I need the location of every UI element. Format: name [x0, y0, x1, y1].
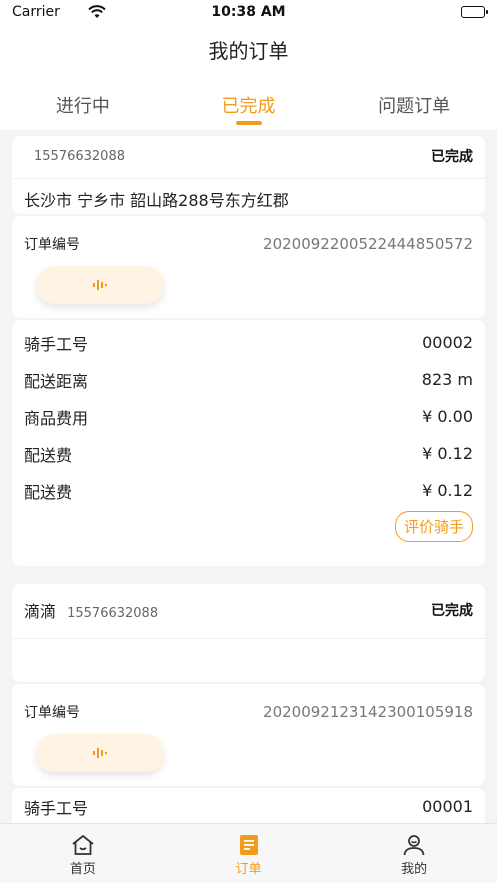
- clock: 10:38 AM: [211, 4, 286, 20]
- order-doc-icon: [239, 835, 258, 855]
- battery-icon: [461, 6, 488, 18]
- status-bar: Carrier 10:38 AM: [0, 0, 497, 26]
- detail-row: 配送费 ¥ 0.12: [24, 444, 473, 465]
- voice-wave-icon: [93, 748, 107, 758]
- order-no-value: 2020092200522444850572: [263, 235, 473, 253]
- order-tabs: 进行中 已完成 问题订单: [0, 76, 497, 130]
- order-header-card[interactable]: 15576632088 已完成 长沙市 宁乡市 韶山路288号东方红郡: [12, 136, 485, 214]
- tab-completed[interactable]: 已完成: [166, 76, 332, 130]
- active-tab-indicator: [235, 121, 262, 125]
- detail-row: 骑手工号 00001: [24, 797, 473, 818]
- customer-phone: 15576632088: [34, 148, 125, 164]
- delivery-address: [12, 639, 485, 647]
- customer-name: 滴滴: [24, 602, 57, 621]
- order-detail-card: 骑手工号 00001: [12, 788, 485, 823]
- order-number-card: 订单编号 2020092200522444850572: [12, 216, 485, 318]
- page-title: 我的订单: [0, 26, 497, 76]
- detail-row: 配送费 ¥ 0.12: [24, 481, 473, 502]
- order-detail-card: 骑手工号 00002 配送距离 823 m 商品费用 ¥ 0.00 配送费 ¥ 0.12…: [12, 320, 485, 566]
- customer-phone: 15576632088: [67, 606, 159, 621]
- voice-play-button[interactable]: [36, 734, 164, 772]
- tab-label: 问题订单: [378, 96, 451, 117]
- tab-label: 已完成: [221, 96, 276, 117]
- order-status: 已完成: [431, 603, 473, 619]
- order-no-value: 2020092123142300105918: [263, 703, 473, 721]
- voice-play-button[interactable]: [36, 266, 164, 304]
- order-number-card: 订单编号 2020092123142300105918: [12, 684, 485, 786]
- detail-row: 商品费用 ¥ 0.00: [24, 407, 473, 428]
- detail-row: 骑手工号 00002: [24, 333, 473, 354]
- order-no-label: 订单编号: [24, 705, 80, 721]
- rate-rider-button[interactable]: 评价骑手: [394, 511, 473, 542]
- tabbar-item-mine[interactable]: 我的: [331, 824, 497, 883]
- bottom-tab-bar: 首页 订单 我的: [0, 823, 497, 883]
- tabbar-item-home[interactable]: 首页: [0, 824, 166, 883]
- voice-wave-icon: [93, 280, 107, 290]
- tab-problem-orders[interactable]: 问题订单: [331, 76, 497, 130]
- tab-label: 进行中: [55, 96, 110, 117]
- order-no-label: 订单编号: [24, 237, 80, 253]
- order-status: 已完成: [431, 149, 473, 165]
- home-icon: [72, 835, 94, 855]
- order-header-card[interactable]: 滴滴 15576632088 已完成: [12, 584, 485, 682]
- order-list[interactable]: 15576632088 已完成 长沙市 宁乡市 韶山路288号东方红郡 订单编号…: [0, 130, 497, 823]
- tab-in-progress[interactable]: 进行中: [0, 76, 166, 130]
- tabbar-item-orders[interactable]: 订单: [166, 824, 332, 883]
- tabbar-label: 我的: [401, 862, 428, 877]
- user-icon: [403, 835, 425, 856]
- detail-row: 配送距离 823 m: [24, 370, 473, 391]
- tabbar-label: 首页: [69, 862, 96, 877]
- delivery-address: 长沙市 宁乡市 韶山路288号东方红郡: [24, 191, 289, 210]
- tabbar-label: 订单: [235, 862, 262, 877]
